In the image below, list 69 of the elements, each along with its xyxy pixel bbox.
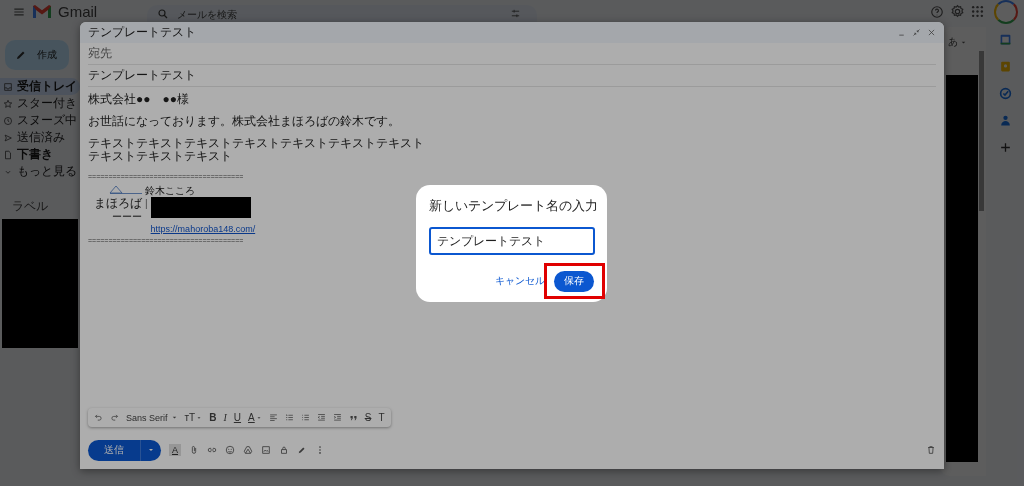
signature-name: 鈴木こころ — [145, 184, 196, 197]
add-icon[interactable] — [998, 141, 1012, 154]
numbered-list-icon[interactable] — [284, 413, 294, 422]
star-icon[interactable] — [3, 98, 13, 109]
template-name-field[interactable]: テンプレートテスト — [429, 227, 595, 255]
drive-icon[interactable] — [243, 445, 253, 455]
separator-text: | — [145, 197, 148, 210]
labels-heading: ラベル — [12, 198, 49, 215]
help-icon[interactable] — [930, 4, 944, 19]
search-icon[interactable] — [157, 8, 170, 20]
save-button[interactable]: 保存 — [554, 270, 594, 292]
send-button[interactable]: 送信 — [88, 439, 141, 461]
pencil-icon[interactable] — [15, 49, 27, 61]
task-icon[interactable] — [998, 87, 1012, 100]
redo-icon[interactable] — [110, 413, 119, 422]
person-icon[interactable] — [998, 114, 1012, 127]
underline-button[interactable]: U — [233, 412, 242, 423]
body-text: お世話になっております。株式会社まほろばの鈴木です。 — [88, 115, 401, 128]
subject-field[interactable]: テンプレートテスト — [88, 67, 196, 84]
dash-text: ーーー — [111, 210, 142, 223]
pen-icon[interactable] — [297, 445, 307, 455]
body-text: テキストテキストテキスト — [88, 150, 233, 163]
close-icon[interactable] — [927, 28, 936, 37]
paperclip-icon[interactable] — [189, 445, 199, 455]
italic-button[interactable]: I — [223, 412, 227, 423]
note-icon[interactable] — [998, 60, 1012, 73]
triangle-logo — [106, 184, 142, 194]
indent-less-icon[interactable] — [316, 413, 326, 422]
formatting-toggle[interactable]: A — [169, 444, 181, 456]
text-color-button[interactable]: A — [248, 412, 262, 423]
body-text: テキストテキストテキストテキストテキストテキストテキスト — [88, 137, 425, 150]
dialog-title: 新しいテンプレート名の入力 — [429, 197, 595, 215]
recipients-field[interactable]: 宛先 — [88, 45, 112, 62]
gmail-logo[interactable] — [32, 4, 52, 19]
undo-icon[interactable] — [94, 413, 103, 422]
align-icon[interactable] — [268, 413, 278, 422]
lock-icon[interactable] — [279, 445, 289, 455]
body-text: 株式会社●● ●●様 — [88, 93, 190, 106]
exit-fullscreen-icon[interactable] — [912, 28, 921, 37]
cancel-button[interactable]: キャンセル — [495, 273, 545, 288]
indent-more-icon[interactable] — [332, 413, 342, 422]
trash-icon[interactable] — [926, 445, 936, 455]
emoji-icon[interactable] — [225, 445, 235, 455]
quote-icon[interactable] — [348, 413, 358, 422]
account-avatar[interactable] — [994, 0, 1018, 24]
filter-icon[interactable] — [510, 8, 522, 19]
text-size-button[interactable]: тT — [184, 412, 203, 423]
bulleted-list-icon[interactable] — [300, 413, 310, 422]
company-name: まほろば — [94, 197, 142, 210]
window-title: テンプレートテスト — [88, 24, 196, 41]
app-name: Gmail — [58, 3, 98, 20]
settings-icon[interactable] — [950, 4, 965, 19]
caret-icon[interactable] — [255, 414, 262, 421]
clear-formatting-button[interactable]: T — [378, 412, 385, 423]
strikethrough-button[interactable]: S — [364, 412, 372, 423]
scrollbar[interactable] — [979, 51, 984, 211]
image-icon[interactable] — [261, 445, 271, 455]
caret-icon[interactable] — [147, 446, 155, 454]
bold-button[interactable]: B — [209, 412, 217, 423]
link-icon[interactable] — [207, 445, 217, 455]
clock-icon[interactable] — [3, 115, 13, 126]
file-icon[interactable] — [3, 149, 13, 160]
calendar-icon[interactable] — [998, 33, 1012, 46]
font-selector[interactable]: Sans Serif — [126, 412, 178, 423]
inbox-icon[interactable] — [3, 81, 13, 92]
apps-icon[interactable] — [971, 5, 984, 18]
send-icon[interactable] — [3, 132, 13, 143]
caret-icon[interactable] — [196, 414, 203, 421]
website-link[interactable]: https://mahoroba148.com/ — [150, 223, 256, 236]
